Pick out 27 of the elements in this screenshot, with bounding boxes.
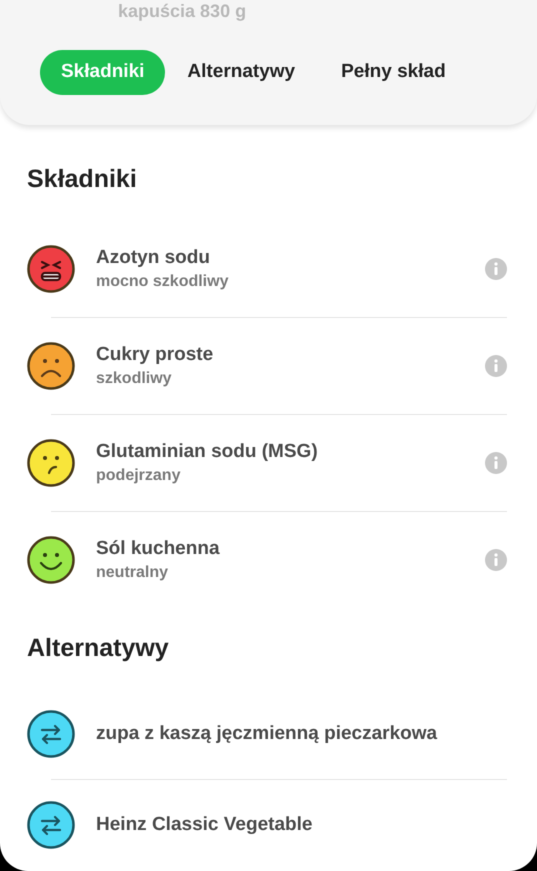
info-icon[interactable]: [485, 548, 507, 570]
ingredient-rating: podejrzany: [96, 466, 182, 486]
alternative-name: Heinz Classic Vegetable: [96, 812, 312, 837]
product-weight: kapuścia 830 g: [118, 1, 248, 21]
swap-arrows-icon: [27, 801, 75, 849]
section-heading: Alternatywy: [27, 632, 170, 664]
alternative-row[interactable]: Heinz Classic Vegetable: [0, 780, 537, 870]
ingredient-rating: neutralny: [96, 562, 170, 582]
info-icon[interactable]: [485, 452, 507, 474]
info-icon[interactable]: [485, 258, 507, 280]
ingredient-row[interactable]: Sól kuchenna neutralny: [0, 512, 537, 608]
ingredient-name: Cukry proste: [96, 342, 214, 366]
section-heading: Składniki: [27, 164, 138, 195]
ingredient-name: Sól kuchenna: [96, 536, 221, 560]
ingredient-rating: mocno szkodliwy: [96, 272, 230, 292]
ingredient-name: Azotyn sodu: [96, 246, 211, 270]
swap-arrows-icon: [27, 710, 75, 758]
alternative-row[interactable]: zupa z kaszą jęczmienną pieczarkowa: [0, 689, 537, 779]
alternative-name: zupa z kaszą jęczmienną pieczarkowa: [96, 722, 438, 746]
ingredient-name: Glutaminian sodu (MSG): [96, 440, 319, 464]
ingredient-row[interactable]: Cukry proste szkodliwy: [0, 318, 537, 414]
tab[interactable]: Pełny skład: [339, 50, 448, 95]
ingredient-rating: szkodliwy: [96, 368, 173, 388]
info-icon[interactable]: [485, 354, 507, 376]
ingredient-row[interactable]: Glutaminian sodu (MSG) podejrzany: [0, 414, 537, 510]
ingredient-row[interactable]: Azotyn sodu mocno szkodliwy: [0, 220, 537, 316]
tab[interactable]: Alternatywy: [185, 50, 298, 95]
